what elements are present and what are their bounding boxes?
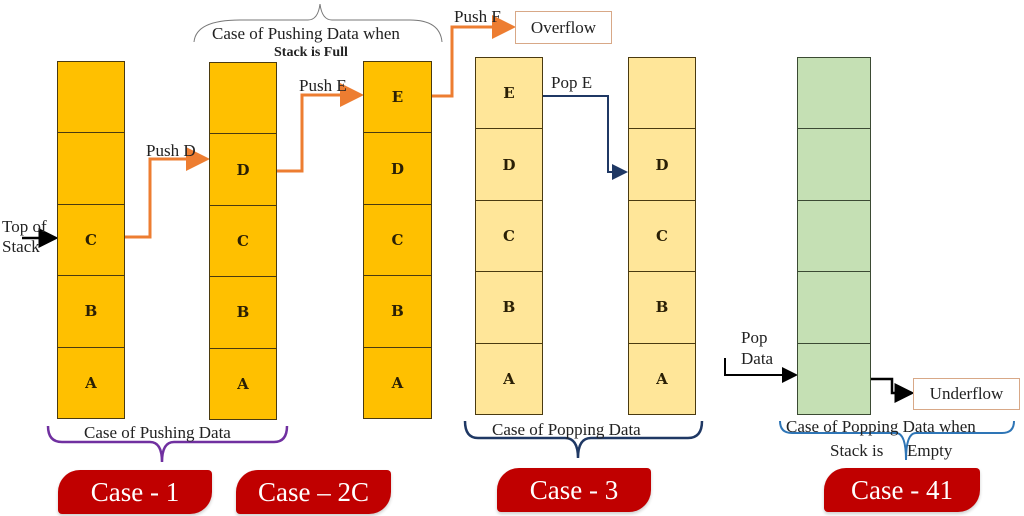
case-3-badge: Case - 3 xyxy=(497,468,651,512)
stack-cell: D xyxy=(364,132,431,203)
case-41-badge: Case - 41 xyxy=(824,468,980,512)
stack-5: D C B A xyxy=(628,57,696,415)
stack-cell: B xyxy=(476,271,542,342)
push-f-label: Push F xyxy=(454,7,501,26)
stack-cell: A xyxy=(476,342,542,414)
stack-cell xyxy=(798,271,870,342)
stack-cell: A xyxy=(364,346,431,418)
stack-cell xyxy=(798,128,870,199)
underflow-arrow xyxy=(870,377,915,403)
popping-case-caption: Case of Popping Data xyxy=(492,420,641,439)
stack-cell xyxy=(798,58,870,128)
overflow-box: Overflow xyxy=(515,11,612,44)
stack-cell xyxy=(210,63,276,133)
push-e-arrow xyxy=(276,83,364,173)
stack-2: D C B A xyxy=(209,62,277,420)
stack-cell: C xyxy=(364,203,431,275)
stack-cell: C xyxy=(629,199,695,271)
pushing-case-caption: Case of Pushing Data xyxy=(84,423,231,442)
pop-data-line1: Pop xyxy=(741,328,768,347)
stack-cell: A xyxy=(629,342,695,414)
stack-4: E D C B A xyxy=(475,57,543,415)
stack-cell: D xyxy=(210,133,276,204)
stack-cell: C xyxy=(58,203,124,275)
push-d-arrow xyxy=(124,147,210,239)
stack-cell: E xyxy=(503,84,515,103)
stack-cell xyxy=(58,132,124,203)
stack-cell: B xyxy=(629,271,695,342)
stack-cell: C xyxy=(476,199,542,271)
stack-cell: C xyxy=(210,204,276,276)
push-d-label: Push D xyxy=(146,141,196,160)
stack-cell: E xyxy=(391,88,404,107)
stack-cell: A xyxy=(58,346,124,418)
stack-cell: D xyxy=(629,128,695,199)
pop-e-label: Pop E xyxy=(551,73,593,92)
stack-cell: B xyxy=(58,275,124,346)
pop-data-label: Pop Data xyxy=(741,329,773,367)
push-e-label: Push E xyxy=(299,76,347,95)
underflow-box: Underflow xyxy=(913,378,1020,410)
stack-cell: B xyxy=(364,275,431,346)
top-of-stack-line1: Top of xyxy=(2,217,47,236)
stack-cell: B xyxy=(210,276,276,347)
empty-case-title: Case of Popping Data when xyxy=(786,417,976,436)
stack-cell xyxy=(798,342,870,414)
top-of-stack-label: Top of Stack xyxy=(2,218,47,255)
pop-e-arrow xyxy=(542,95,628,180)
stack-cell xyxy=(798,199,870,271)
stack-3: E D C B A xyxy=(363,61,432,419)
case-1-badge: Case - 1 xyxy=(58,470,212,514)
empty-case-sub-a: Stack is xyxy=(830,441,884,460)
case-2c-badge: Case – 2C xyxy=(236,470,391,514)
full-case-title: Case of Pushing Data when xyxy=(212,24,400,43)
empty-case-sub-b: Empty xyxy=(907,441,953,460)
stack-cell xyxy=(58,62,124,132)
stack-cell xyxy=(629,58,695,128)
stack-6 xyxy=(797,57,871,415)
pop-data-line2: Data xyxy=(741,349,774,368)
top-of-stack-line2: Stack xyxy=(2,237,40,256)
stack-cell: A xyxy=(210,347,276,419)
stack-1: C B A xyxy=(57,61,125,419)
stack-cell: D xyxy=(476,128,542,199)
full-case-subtitle: Stack is Full xyxy=(274,45,348,60)
